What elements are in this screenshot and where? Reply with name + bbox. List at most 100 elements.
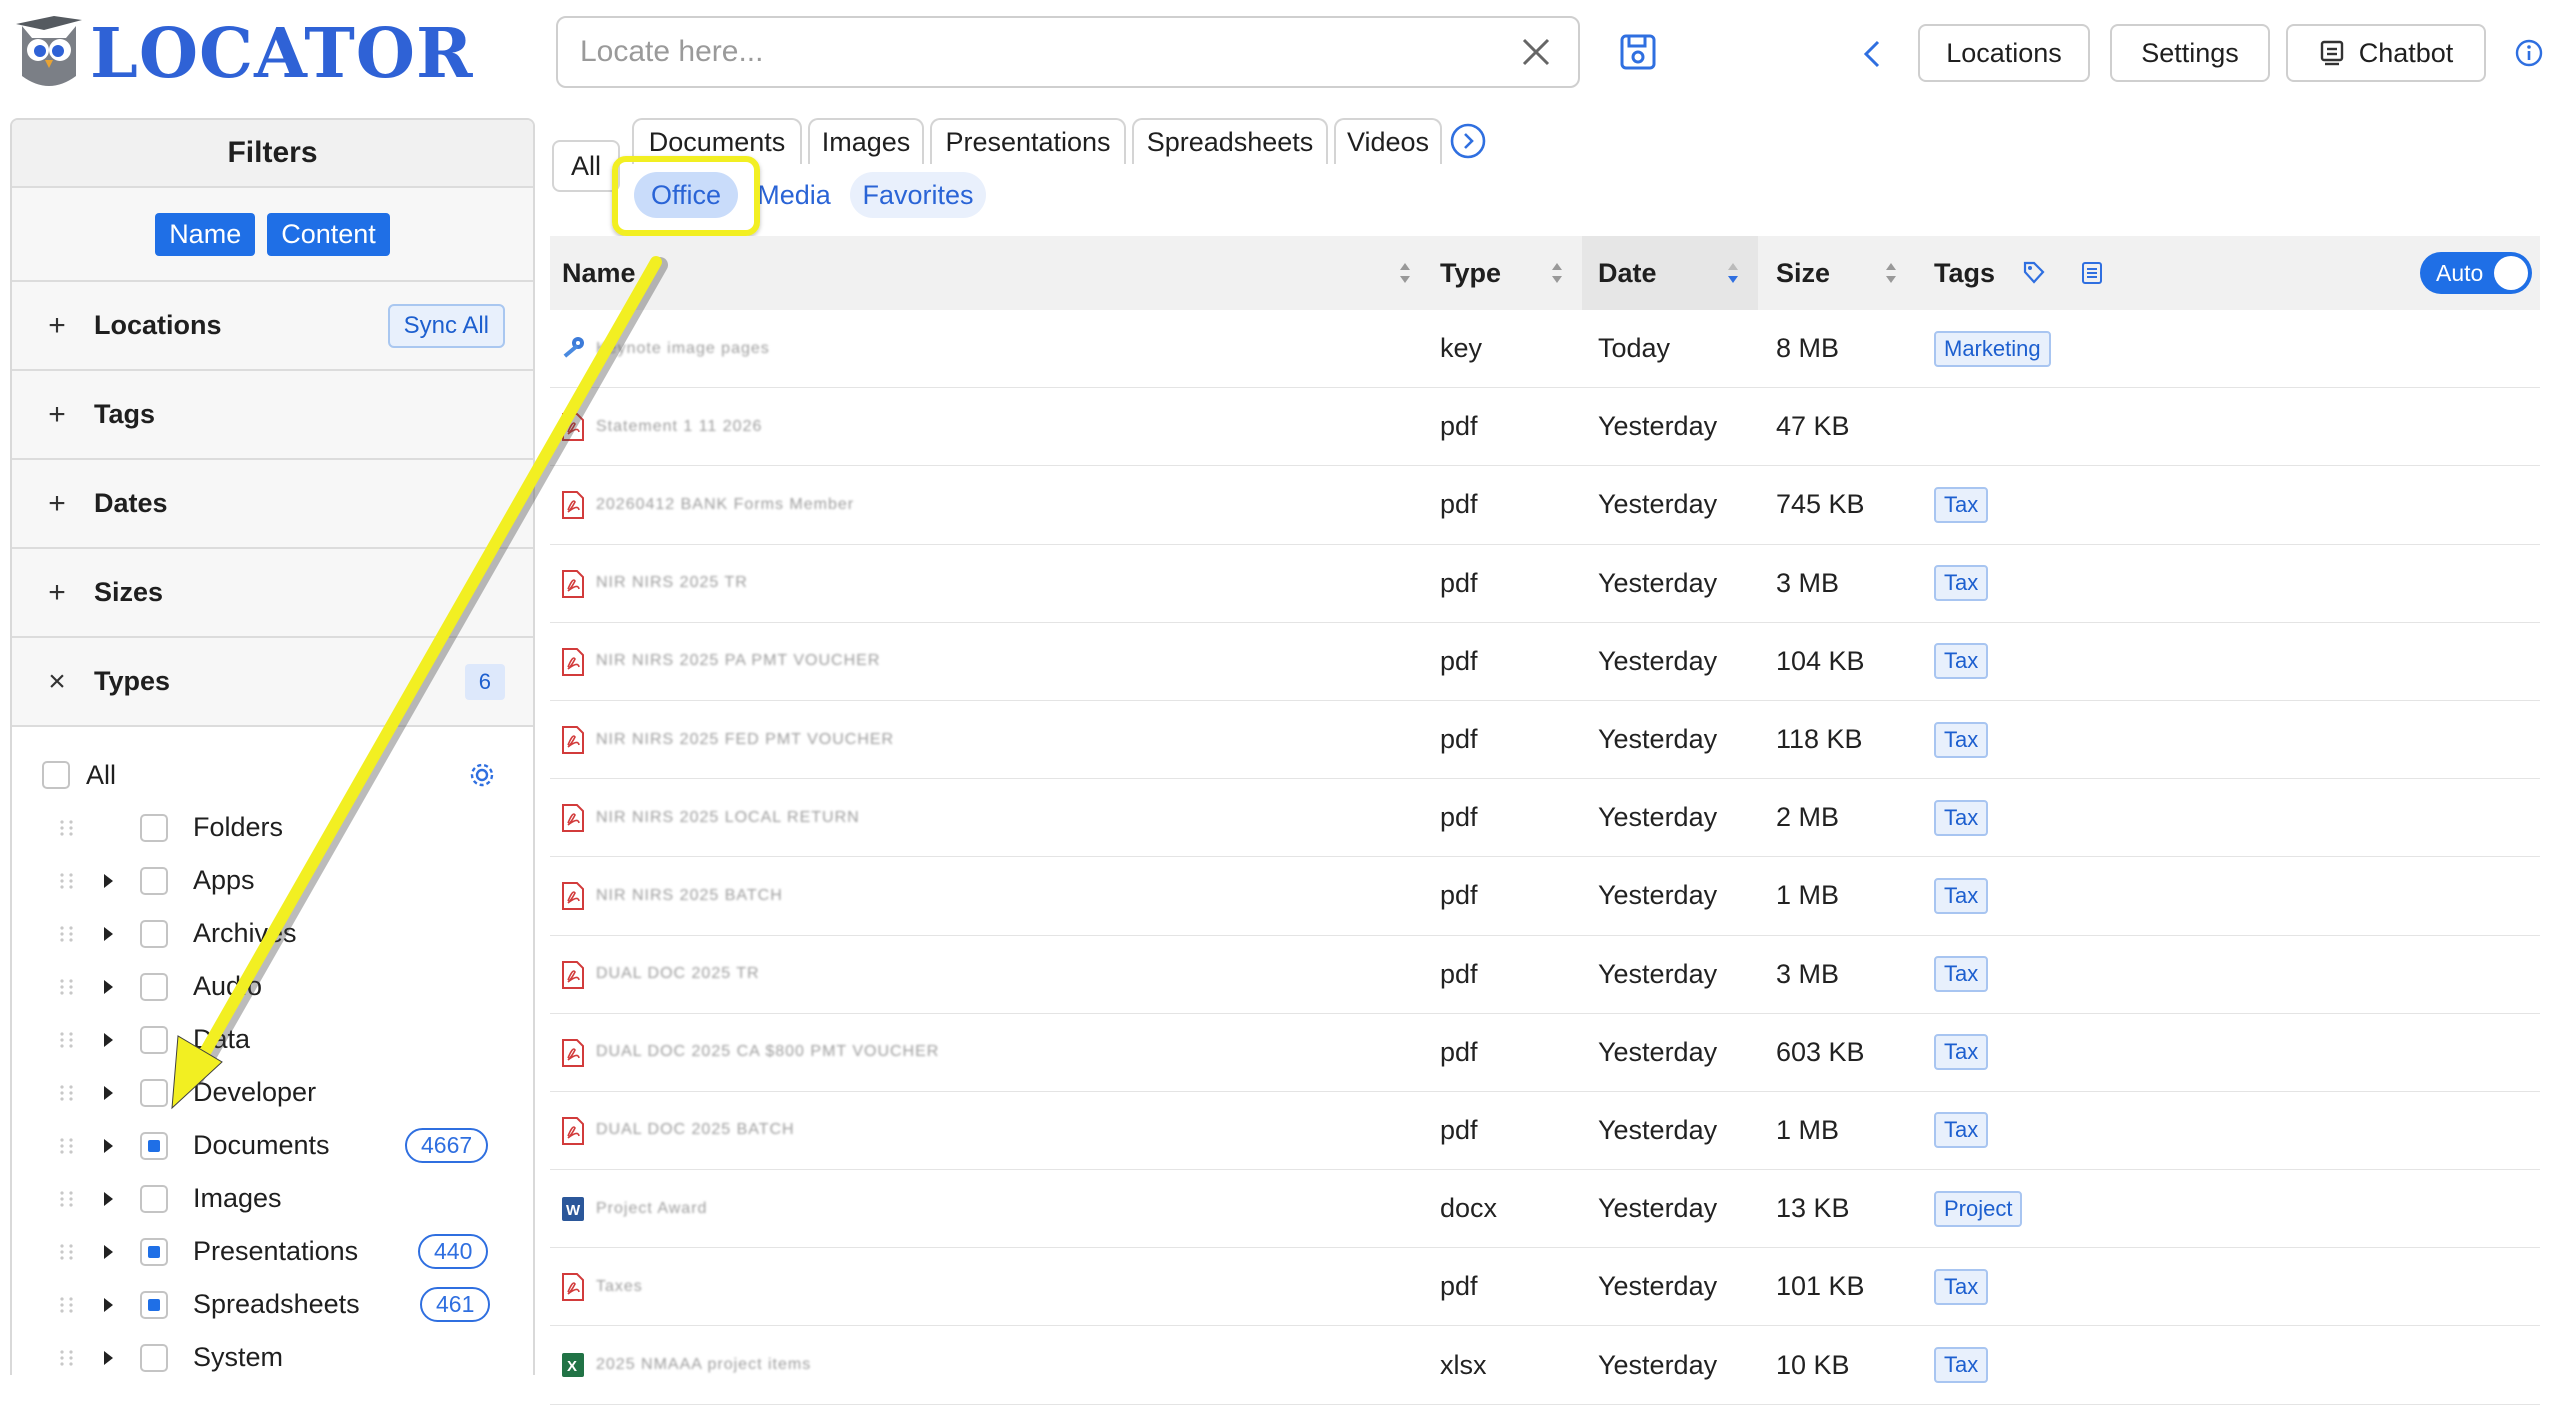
tab-presentations[interactable]: Presentations — [930, 118, 1126, 164]
type-row-developer[interactable]: Developer — [12, 1066, 533, 1119]
name-cell[interactable]: NIR NIRS 2025 BATCH — [550, 857, 1430, 934]
sync-all-button[interactable]: Sync All — [387, 304, 505, 348]
tag-badge[interactable]: Tax — [1934, 1347, 1989, 1384]
clear-search-button[interactable] — [1516, 32, 1556, 72]
tag-badge[interactable]: Tax — [1934, 643, 1989, 680]
name-cell[interactable]: NIR NIRS 2025 LOCAL RETURN — [550, 779, 1430, 856]
auto-toggle[interactable]: Auto — [2420, 252, 2532, 294]
sort-icon[interactable] — [1398, 259, 1412, 287]
table-row[interactable]: NIR NIRS 2025 PA PMT VOUCHER pdf Yesterday… — [550, 623, 2540, 701]
name-cell[interactable]: DUAL DOC 2025 TR — [550, 936, 1430, 1013]
expand-caret-icon[interactable] — [104, 1244, 113, 1259]
sort-desc-icon[interactable] — [1726, 259, 1740, 287]
tab-images[interactable]: Images — [808, 118, 924, 164]
expand-caret-icon[interactable] — [104, 1138, 113, 1153]
type-checkbox[interactable] — [140, 1078, 168, 1107]
table-row[interactable]: NIR NIRS 2025 FED PMT VOUCHER pdf Yesterda… — [550, 701, 2540, 780]
sort-icon[interactable] — [1550, 259, 1564, 287]
type-row-folders[interactable]: Folders — [12, 801, 533, 854]
tag-icon[interactable] — [2022, 260, 2046, 286]
name-mode-button[interactable]: Name — [155, 212, 256, 256]
name-cell[interactable]: W Project Award — [550, 1170, 1430, 1247]
tag-badge[interactable]: Tax — [1934, 565, 1989, 602]
type-checkbox[interactable] — [140, 1343, 168, 1372]
table-row[interactable]: DUAL DOC 2025 TR pdf Yesterday 3 MB Tax — [550, 936, 2540, 1014]
types-all-row[interactable]: All — [12, 749, 533, 801]
expand-caret-icon[interactable] — [104, 873, 113, 888]
expand-caret-icon[interactable] — [104, 1032, 113, 1047]
tab-videos[interactable]: Videos — [1334, 118, 1442, 164]
content-mode-button[interactable]: Content — [267, 212, 390, 256]
type-row-spreadsheets[interactable]: Spreadsheets 461 — [12, 1278, 533, 1331]
tag-badge[interactable]: Project — [1934, 1190, 2023, 1227]
drag-handle-icon[interactable] — [58, 1082, 76, 1104]
tag-badge[interactable]: Tax — [1934, 1112, 1989, 1149]
type-row-apps[interactable]: Apps — [12, 854, 533, 907]
type-checkbox[interactable] — [140, 972, 168, 1001]
subtab-media[interactable]: Media — [752, 172, 836, 218]
type-row-images[interactable]: Images — [12, 1172, 533, 1225]
type-checkbox[interactable] — [140, 1131, 168, 1160]
tag-badge[interactable]: Tax — [1934, 877, 1989, 914]
type-checkbox[interactable] — [140, 1237, 168, 1266]
section-tags[interactable]: + Tags — [12, 371, 533, 460]
column-name[interactable]: Name — [562, 236, 1442, 310]
chevron-right-circle-icon[interactable] — [1449, 122, 1487, 160]
table-row[interactable]: Statement 1 11 2026 pdf Yesterday 47 KB — [550, 388, 2540, 467]
save-icon[interactable] — [1618, 32, 1658, 72]
name-cell[interactable]: NIR NIRS 2025 PA PMT VOUCHER — [550, 623, 1430, 700]
table-row[interactable]: DUAL DOC 2025 BATCH pdf Yesterday 1 MB Tax — [550, 1092, 2540, 1171]
name-cell[interactable]: NIR NIRS 2025 FED PMT VOUCHER — [550, 701, 1430, 778]
expand-caret-icon[interactable] — [104, 979, 113, 994]
expand-caret-icon[interactable] — [104, 1085, 113, 1100]
drag-handle-icon[interactable] — [58, 1241, 76, 1263]
table-row[interactable]: NIR NIRS 2025 TR pdf Yesterday 3 MB Tax — [550, 545, 2540, 623]
type-row-presentations[interactable]: Presentations 440 — [12, 1225, 533, 1278]
table-row[interactable]: NIR NIRS 2025 LOCAL RETURN pdf Yesterday 2 … — [550, 779, 2540, 858]
tab-spreadsheets[interactable]: Spreadsheets — [1132, 118, 1328, 164]
drag-handle-icon[interactable] — [58, 1135, 76, 1157]
drag-handle-icon[interactable] — [58, 1347, 76, 1369]
locations-button[interactable]: Locations — [1918, 24, 2090, 82]
table-row[interactable]: NIR NIRS 2025 BATCH pdf Yesterday 1 MB Tax — [550, 857, 2540, 936]
expand-caret-icon[interactable] — [104, 1350, 113, 1365]
section-sizes[interactable]: + Sizes — [12, 549, 533, 638]
tag-badge[interactable]: Tax — [1934, 721, 1989, 758]
name-cell[interactable]: 20260412 BANK Forms Member — [550, 466, 1430, 543]
drag-handle-icon[interactable] — [58, 1188, 76, 1210]
drag-handle-icon[interactable] — [58, 817, 76, 839]
type-row-system[interactable]: System — [12, 1331, 533, 1375]
sort-icon[interactable] — [1884, 259, 1898, 287]
chatbot-button[interactable]: Chatbot — [2286, 24, 2486, 82]
type-row-documents[interactable]: Documents 4667 — [12, 1119, 533, 1172]
type-checkbox[interactable] — [140, 813, 168, 842]
type-checkbox[interactable] — [140, 866, 168, 895]
name-cell[interactable]: NIR NIRS 2025 TR — [550, 545, 1430, 622]
tag-badge[interactable]: Tax — [1934, 1268, 1989, 1305]
table-row[interactable]: DUAL DOC 2025 CA $800 PMT VOUCHER pdf Yest… — [550, 1014, 2540, 1092]
column-type[interactable]: Type — [1440, 236, 1580, 310]
all-checkbox[interactable] — [42, 761, 70, 789]
name-cell[interactable]: X 2025 NMAAA project items — [550, 1326, 1430, 1403]
tag-badge[interactable]: Tax — [1934, 956, 1989, 993]
type-checkbox[interactable] — [140, 1025, 168, 1054]
search-bar[interactable] — [556, 16, 1580, 88]
list-icon[interactable] — [2080, 260, 2104, 286]
column-size[interactable]: Size — [1776, 236, 1926, 310]
table-row[interactable]: Taxes pdf Yesterday 101 KB Tax — [550, 1248, 2540, 1327]
type-checkbox[interactable] — [140, 1290, 168, 1319]
info-icon[interactable] — [2514, 38, 2544, 68]
column-tags[interactable]: Tags — [1934, 236, 2134, 310]
column-date[interactable]: Date — [1582, 236, 1758, 310]
table-row[interactable]: Keynote image pages key Today 8 MB Marketing — [550, 310, 2540, 389]
chevron-left-icon[interactable] — [1860, 36, 1884, 72]
name-cell[interactable]: Taxes — [550, 1248, 1430, 1325]
type-checkbox[interactable] — [140, 1184, 168, 1213]
name-cell[interactable]: Statement 1 11 2026 — [550, 388, 1430, 465]
drag-handle-icon[interactable] — [58, 923, 76, 945]
tag-badge[interactable]: Tax — [1934, 1034, 1989, 1071]
name-cell[interactable]: DUAL DOC 2025 BATCH — [550, 1092, 1430, 1169]
drag-handle-icon[interactable] — [58, 976, 76, 998]
drag-handle-icon[interactable] — [58, 870, 76, 892]
tag-badge[interactable]: Marketing — [1934, 330, 2051, 367]
